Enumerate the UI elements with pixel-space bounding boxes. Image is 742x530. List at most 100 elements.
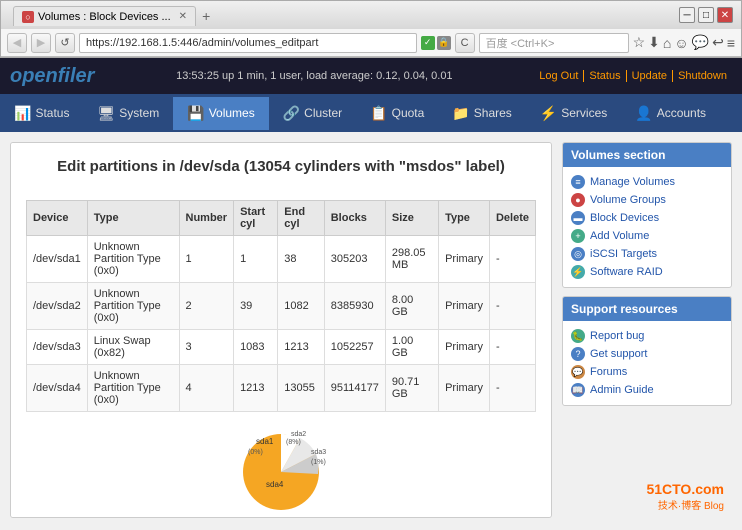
manage-volumes-icon: ≡ [571,175,585,189]
cell-number: 2 [179,283,234,330]
nav-volumes[interactable]: 💾 Volumes [173,97,268,130]
back-nav-icon[interactable]: ↩ [712,34,724,51]
iscsi-icon: ◎ [571,247,585,261]
cell-device: /dev/sda2 [27,283,88,330]
cell-device: /dev/sda4 [27,365,88,412]
nav-accounts[interactable]: 👤 Accounts [621,97,720,130]
report-bug-label: Report bug [590,330,644,342]
search-box[interactable]: 百度 <Ctrl+K> [479,33,629,53]
status-link[interactable]: Status [584,70,626,82]
chart-label-sda3: sda3 [311,449,326,456]
title-bar: ○ Volumes : Block Devices ... ✕ + ─ □ ✕ [1,1,741,29]
nav-status[interactable]: 📊 Status [0,97,83,130]
refresh-button[interactable]: C [455,33,475,53]
maximize-button[interactable]: □ [698,7,714,23]
tab-label: Volumes : Block Devices ... [38,11,171,23]
nav-volumes-label: Volumes [209,106,255,120]
table-row: /dev/sda4 Unknown Partition Type (0x0) 4… [27,365,536,412]
add-volume-label: Add Volume [590,230,649,242]
software-raid-icon: ⚡ [571,265,585,279]
cell-delete: - [489,330,535,365]
download-icon[interactable]: ⬇ [648,34,660,51]
nav-services[interactable]: ⚡ Services [526,97,621,130]
main-navigation: 📊 Status 🖥 System 💾 Volumes 🔗 Cluster 📋 … [0,94,742,132]
cell-ptype: Primary [439,236,490,283]
partitions-table: Device Type Number Start cyl End cyl Blo… [26,200,536,412]
cell-type: Unknown Partition Type (0x0) [87,283,179,330]
reload-button[interactable]: ↺ [55,33,75,53]
cell-ptype: Primary [439,365,490,412]
get-support-link[interactable]: ? Get support [571,345,723,363]
cell-start-cyl: 1 [234,236,278,283]
volume-groups-link[interactable]: ● Volume Groups [571,191,723,209]
nav-system-label: System [119,106,159,120]
iscsi-targets-link[interactable]: ◎ iSCSI Targets [571,245,723,263]
cell-number: 4 [179,365,234,412]
address-bar: ◀ ▶ ↺ https://192.168.1.5:446/admin/volu… [1,29,741,57]
manage-volumes-label: Manage Volumes [590,176,675,188]
table-row: /dev/sda3 Linux Swap (0x82) 3 1083 1213 … [27,330,536,365]
watermark-main: 51CTO.com [646,481,724,497]
report-bug-link[interactable]: 🐛 Report bug [571,327,723,345]
cell-type: Unknown Partition Type (0x0) [87,236,179,283]
tab-close-button[interactable]: ✕ [179,11,187,22]
cell-blocks: 305203 [324,236,385,283]
watermark-sub: 技术·博客 Blog [646,497,724,512]
cell-end-cyl: 1082 [278,283,324,330]
cell-delete: - [489,283,535,330]
cell-blocks: 1052257 [324,330,385,365]
cell-device: /dev/sda1 [27,236,88,283]
home-icon[interactable]: ⌂ [663,35,671,51]
col-header-endcyl: End cyl [278,201,324,236]
pie-chart-container: sda1 sda2 (0%) (8%) sda3 (1%) sda4 [226,422,336,512]
col-header-blocks: Blocks [324,201,385,236]
block-devices-link[interactable]: ▬ Block Devices [571,209,723,227]
software-raid-label: Software RAID [590,266,663,278]
nav-system[interactable]: 🖥 System [83,97,173,130]
update-link[interactable]: Update [627,70,673,82]
nav-cluster[interactable]: 🔗 Cluster [269,97,356,130]
cluster-nav-icon: 🔗 [283,105,300,122]
chart-label-sda2: sda2 [291,431,306,438]
admin-guide-link[interactable]: 📖 Admin Guide [571,381,723,399]
col-header-size: Size [385,201,438,236]
block-devices-icon: ▬ [571,211,585,225]
security-badge-green: ✓ [421,36,435,50]
nav-services-label: Services [561,106,607,120]
manage-volumes-link[interactable]: ≡ Manage Volumes [571,173,723,191]
bookmark-icon[interactable]: ☆ [633,34,646,51]
shares-nav-icon: 📁 [452,105,469,122]
chart-label-pct2: (8%) [286,439,301,446]
cell-type: Linux Swap (0x82) [87,330,179,365]
block-devices-label: Block Devices [590,212,659,224]
new-tab-button[interactable]: + [196,6,216,26]
software-raid-link[interactable]: ⚡ Software RAID [571,263,723,281]
url-text: https://192.168.1.5:446/admin/volumes_ed… [86,37,318,49]
forward-button[interactable]: ▶ [31,33,51,53]
cell-end-cyl: 13055 [278,365,324,412]
active-tab[interactable]: ○ Volumes : Block Devices ... ✕ [13,6,196,26]
security-badges: ✓ 🔒 [421,36,451,50]
col-header-delete: Delete [489,201,535,236]
shutdown-link[interactable]: Shutdown [673,70,732,82]
support-section-panel: Support resources 🐛 Report bug ? Get sup… [562,296,732,406]
support-section-links: 🐛 Report bug ? Get support 💬 Forums 📖 Ad… [563,321,731,405]
menu-icon[interactable]: ≡ [727,35,735,51]
back-button[interactable]: ◀ [7,33,27,53]
url-bar[interactable]: https://192.168.1.5:446/admin/volumes_ed… [79,33,417,53]
chart-label-pct1: (0%) [248,449,263,456]
smiley-icon[interactable]: ☺ [674,35,688,51]
col-header-device: Device [27,201,88,236]
add-volume-link[interactable]: + Add Volume [571,227,723,245]
close-button[interactable]: ✕ [717,7,733,23]
security-badge-gray: 🔒 [437,36,451,50]
logout-link[interactable]: Log Out [534,70,584,82]
chat-icon[interactable]: 💬 [692,34,709,51]
cell-size: 1.00 GB [385,330,438,365]
accounts-nav-icon: 👤 [635,105,652,122]
forums-link[interactable]: 💬 Forums [571,363,723,381]
minimize-button[interactable]: ─ [679,7,695,23]
nav-quota[interactable]: 📋 Quota [356,97,438,130]
chart-label-sda4: sda4 [266,480,284,489]
nav-shares[interactable]: 📁 Shares [438,97,525,130]
